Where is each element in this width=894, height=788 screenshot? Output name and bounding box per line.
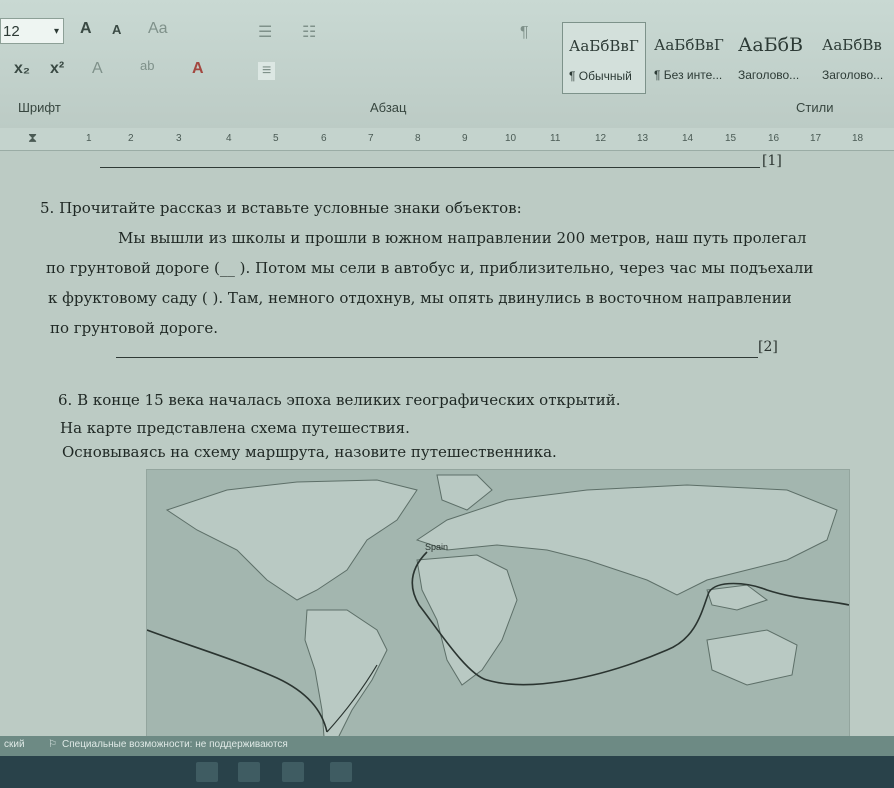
style-name: ¶ Без инте... [654,68,723,82]
ruler-tick: 8 [415,133,421,144]
ruler-tick: 16 [768,133,780,144]
indent-marker-icon[interactable]: ⧗ [28,130,37,146]
style-sample: АаБбВвГ [569,37,639,55]
question-5-title: 5. Прочитайте рассказ и вставьте условны… [40,199,522,217]
style-sample: АаБбВ [738,34,804,56]
ruler-tick: 14 [682,133,694,144]
score-mark-1: [1] [762,153,782,169]
map-label-spain: Spain [425,542,448,552]
ruler-tick: 13 [637,133,649,144]
ruler-tick: 6 [321,133,327,144]
text-effects-button[interactable]: A [92,60,103,78]
ruler-tick: 9 [462,133,468,144]
question-5-line: Мы вышли из школы и прошли в южном напра… [118,229,807,247]
answer-line-5 [116,357,758,358]
subscript-button[interactable]: x₂ [14,60,30,78]
taskbar [0,756,894,788]
ruler-tick: 3 [176,133,182,144]
ruler-tick: 15 [725,133,737,144]
font-size-value: 12 [3,23,20,40]
question-5-line: по грунтовой дороге. [50,319,219,337]
world-map-route: Spain [146,469,850,753]
style-normal[interactable]: АаБбВвГ ¶ Обычный [562,22,646,94]
status-bar: ский ⚐ Специальные возможности: не подде… [0,736,894,756]
grow-font-button[interactable]: A [80,20,92,38]
style-name: Заголово... [822,68,884,82]
chevron-down-icon: ▾ [53,26,59,37]
answer-line-4 [100,167,760,168]
style-sample: АаБбВв [822,36,882,54]
align-left-icon[interactable]: ≡ [258,62,276,80]
ruler-tick: 18 [852,133,864,144]
ruler-tick: 2 [128,133,134,144]
status-language[interactable]: ский [4,739,25,750]
ruler-tick: 7 [368,133,374,144]
shrink-font-button[interactable]: A [112,22,121,37]
status-accessibility[interactable]: Специальные возможности: не поддерживают… [62,739,288,750]
question-6-line: Основываясь на схему маршрута, назовите … [62,443,557,461]
ribbon: 12 ▾ A A Aa x₂ x² A ab A ☰ ☷ ≡ ¶ АаБбВвГ… [0,0,894,129]
style-heading1[interactable]: АаБбВ Заголово... [732,22,816,94]
font-size-select[interactable]: 12 ▾ [0,18,64,44]
style-no-spacing[interactable]: АаБбВвГ ¶ Без инте... [648,22,732,94]
ruler-tick: 5 [273,133,279,144]
ruler-tick: 1 [86,133,92,144]
change-case-button[interactable]: Aa [148,20,168,38]
superscript-button[interactable]: x² [50,60,64,78]
ruler-tick: 11 [550,133,561,144]
question-5-line: по грунтовой дороге (__ ). Потом мы сели… [46,259,814,277]
font-group-label: Шрифт [18,100,61,115]
score-mark-2: [2] [758,339,778,355]
style-name: Заголово... [738,68,800,82]
ruler-tick: 10 [505,133,517,144]
document-page[interactable]: [1] 5. Прочитайте рассказ и вставьте усл… [0,151,894,753]
question-6-title: 6. В конце 15 века началась эпоха велики… [58,391,621,409]
ruler-tick: 4 [226,133,232,144]
bullets-icon[interactable]: ☰ [258,22,272,42]
question-5-line: к фруктовому саду ( ). Там, немного отдо… [48,289,792,307]
status-accessibility-icon: ⚐ [48,739,57,750]
map-graphic: Spain [147,470,849,752]
highlight-button[interactable]: ab [140,58,154,73]
style-heading2[interactable]: АаБбВв Заголово... [816,22,894,94]
style-sample: АаБбВвГ [654,36,724,54]
styles-gallery: АаБбВвГ ¶ Обычный АаБбВвГ ¶ Без инте... … [560,22,894,98]
taskbar-app-icon[interactable] [196,762,218,782]
styles-group-label: Стили [796,100,834,115]
taskbar-app-icon[interactable] [282,762,304,782]
ruler-tick: 17 [810,133,822,144]
taskbar-app-icon[interactable] [238,762,260,782]
paragraph-group-label: Абзац [370,100,407,115]
question-6-line: На карте представлена схема путешествия. [60,419,410,437]
taskbar-app-icon[interactable] [330,762,352,782]
font-color-button[interactable]: A [192,60,204,78]
horizontal-ruler[interactable]: ⧗ 1 2 3 4 5 6 7 8 9 10 11 12 13 14 15 16… [0,128,894,151]
show-formatting-icon[interactable]: ¶ [520,24,529,42]
numbering-icon[interactable]: ☷ [302,22,316,42]
ruler-tick: 12 [595,133,607,144]
style-name: ¶ Обычный [569,69,632,83]
